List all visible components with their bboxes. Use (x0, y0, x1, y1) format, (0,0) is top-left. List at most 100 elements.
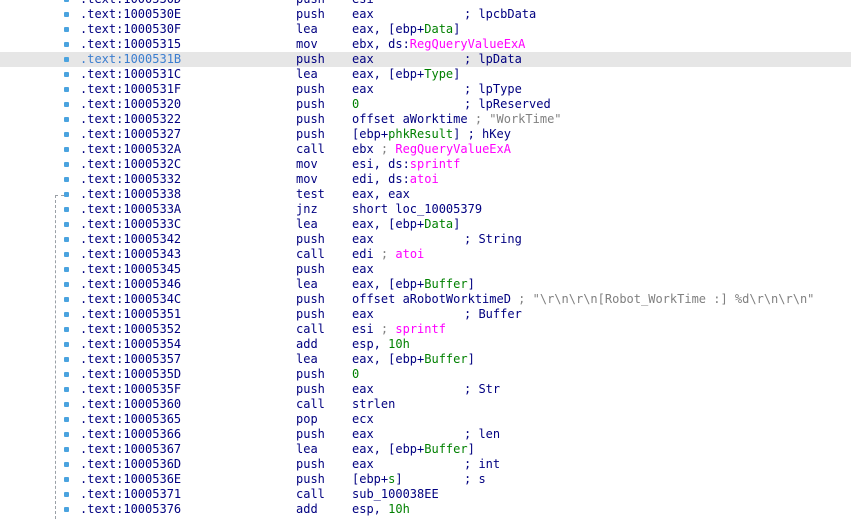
breakpoint-dot-icon[interactable] (64, 177, 69, 182)
operands[interactable]: ebx, ds:RegQueryValueExA (352, 37, 525, 52)
breakpoint-dot-icon[interactable] (64, 297, 69, 302)
address-label[interactable]: .text:1000530F (80, 22, 181, 37)
operands[interactable]: edi, ds:atoi (352, 172, 439, 187)
listing-row[interactable]: .text:10005320 push 0 ; lpReserved (0, 97, 851, 112)
operands[interactable]: eax (352, 307, 374, 322)
mnemonic[interactable]: lea (296, 277, 318, 292)
listing-row[interactable]: .text:1000536E push [ebp+s] ; s (0, 472, 851, 487)
breakpoint-dot-icon[interactable] (64, 432, 69, 437)
operands[interactable]: eax (352, 52, 374, 67)
breakpoint-dot-icon[interactable] (64, 42, 69, 47)
mnemonic[interactable]: push (296, 82, 325, 97)
address-label[interactable]: .text:1000532C (80, 157, 181, 172)
breakpoint-dot-icon[interactable] (64, 57, 69, 62)
operands[interactable]: short loc_10005379 (352, 202, 482, 217)
breakpoint-dot-icon[interactable] (64, 132, 69, 137)
listing-row[interactable]: .text:10005365 pop ecx (0, 412, 851, 427)
listing-row[interactable]: .text:10005360 call strlen (0, 397, 851, 412)
operands[interactable]: offset aWorktime ; "WorkTime" (352, 112, 562, 127)
mnemonic[interactable]: push (296, 0, 325, 7)
breakpoint-dot-icon[interactable] (64, 72, 69, 77)
mnemonic[interactable]: lea (296, 67, 318, 82)
mnemonic[interactable]: add (296, 337, 318, 352)
breakpoint-dot-icon[interactable] (64, 162, 69, 167)
operands[interactable]: [ebp+phkResult] ; hKey (352, 127, 511, 142)
operand-token[interactable]: atoi (410, 172, 439, 186)
address-label[interactable]: .text:10005365 (80, 412, 181, 427)
mnemonic[interactable]: pop (296, 412, 318, 427)
address-label[interactable]: .text:10005320 (80, 97, 181, 112)
address-label[interactable]: .text:10005342 (80, 232, 181, 247)
mnemonic[interactable]: push (296, 472, 325, 487)
operands[interactable]: [ebp+s] (352, 472, 403, 487)
operands[interactable]: eax, [ebp+Type] (352, 67, 460, 82)
operand-token[interactable]: sprintf (410, 157, 461, 171)
operands[interactable]: offset aRobotWorktimeD ; "\r\n\r\n[Robot… (352, 292, 814, 307)
breakpoint-dot-icon[interactable] (64, 207, 69, 212)
listing-row[interactable]: .text:10005322 push offset aWorktime ; "Wo… (0, 112, 851, 127)
listing-row[interactable]: .text:1000536D push eax ; int (0, 457, 851, 472)
mnemonic[interactable]: add (296, 502, 318, 517)
mnemonic[interactable]: lea (296, 442, 318, 457)
listing-row[interactable]: .text:10005351 push eax ; Buffer (0, 307, 851, 322)
breakpoint-dot-icon[interactable] (64, 477, 69, 482)
listing-row[interactable]: .text:10005367 lea eax, [ebp+Buffer] (0, 442, 851, 457)
address-label[interactable]: .text:1000531F (80, 82, 181, 97)
operand-token[interactable]: Buffer (424, 277, 467, 291)
address-label[interactable]: .text:1000533C (80, 217, 181, 232)
operands[interactable]: eax (352, 262, 374, 277)
operands[interactable]: esi ; sprintf (352, 322, 446, 337)
listing-row[interactable]: .text:10005366 push eax ; len (0, 427, 851, 442)
operands[interactable]: eax, eax (352, 187, 410, 202)
mnemonic[interactable]: lea (296, 217, 318, 232)
operands[interactable]: eax (352, 427, 374, 442)
breakpoint-dot-icon[interactable] (64, 102, 69, 107)
breakpoint-dot-icon[interactable] (64, 312, 69, 317)
operand-token[interactable]: Buffer (424, 442, 467, 456)
breakpoint-dot-icon[interactable] (64, 387, 69, 392)
mnemonic[interactable]: lea (296, 22, 318, 37)
listing-row[interactable]: .text:10005332 mov edi, ds:atoi (0, 172, 851, 187)
operands[interactable]: eax, [ebp+Data] (352, 217, 460, 232)
listing-row[interactable]: .text:1000533C lea eax, [ebp+Data] (0, 217, 851, 232)
address-label[interactable]: .text:10005367 (80, 442, 181, 457)
listing-row[interactable]: .text:1000530F lea eax, [ebp+Data] (0, 22, 851, 37)
address-label[interactable]: .text:10005366 (80, 427, 181, 442)
address-label[interactable]: .text:1000530E (80, 7, 181, 22)
listing-row[interactable]: .text:1000533A jnz short loc_10005379 (0, 202, 851, 217)
mnemonic[interactable]: jnz (296, 202, 318, 217)
mnemonic[interactable]: push (296, 292, 325, 307)
address-label[interactable]: .text:1000532A (80, 142, 181, 157)
address-label[interactable]: .text:1000531B (80, 52, 181, 67)
address-label[interactable]: .text:10005352 (80, 322, 181, 337)
operands[interactable]: ecx (352, 412, 374, 427)
address-label[interactable]: .text:1000530D (80, 0, 181, 7)
breakpoint-dot-icon[interactable] (64, 267, 69, 272)
breakpoint-dot-icon[interactable] (64, 462, 69, 467)
address-label[interactable]: .text:1000535F (80, 382, 181, 397)
listing-row[interactable]: .text:10005345 push eax (0, 262, 851, 277)
breakpoint-dot-icon[interactable] (64, 27, 69, 32)
address-label[interactable]: .text:10005345 (80, 262, 181, 277)
breakpoint-dot-icon[interactable] (64, 147, 69, 152)
operand-token[interactable]: Buffer (424, 352, 467, 366)
listing-row[interactable]: .text:10005343 call edi ; atoi (0, 247, 851, 262)
operand-token[interactable]: Data (424, 22, 453, 36)
listing-row[interactable]: .text:10005352 call esi ; sprintf (0, 322, 851, 337)
operands[interactable]: 0 (352, 97, 359, 112)
breakpoint-dot-icon[interactable] (64, 507, 69, 512)
breakpoint-dot-icon[interactable] (64, 447, 69, 452)
operands[interactable]: eax, [ebp+Buffer] (352, 277, 475, 292)
listing-row[interactable]: .text:1000530E push eax ; lpcbData (0, 7, 851, 22)
address-label[interactable]: .text:10005376 (80, 502, 181, 517)
breakpoint-dot-icon[interactable] (64, 282, 69, 287)
operands[interactable]: esp, 10h (352, 502, 410, 517)
operand-token[interactable]: phkResult (388, 127, 453, 141)
address-label[interactable]: .text:10005322 (80, 112, 181, 127)
address-label[interactable]: .text:1000536D (80, 457, 181, 472)
address-label[interactable]: .text:10005338 (80, 187, 181, 202)
listing-row[interactable]: .text:10005338 test eax, eax (0, 187, 851, 202)
operands[interactable]: esi (352, 0, 374, 7)
operands[interactable]: edi ; atoi (352, 247, 424, 262)
mnemonic[interactable]: mov (296, 37, 318, 52)
